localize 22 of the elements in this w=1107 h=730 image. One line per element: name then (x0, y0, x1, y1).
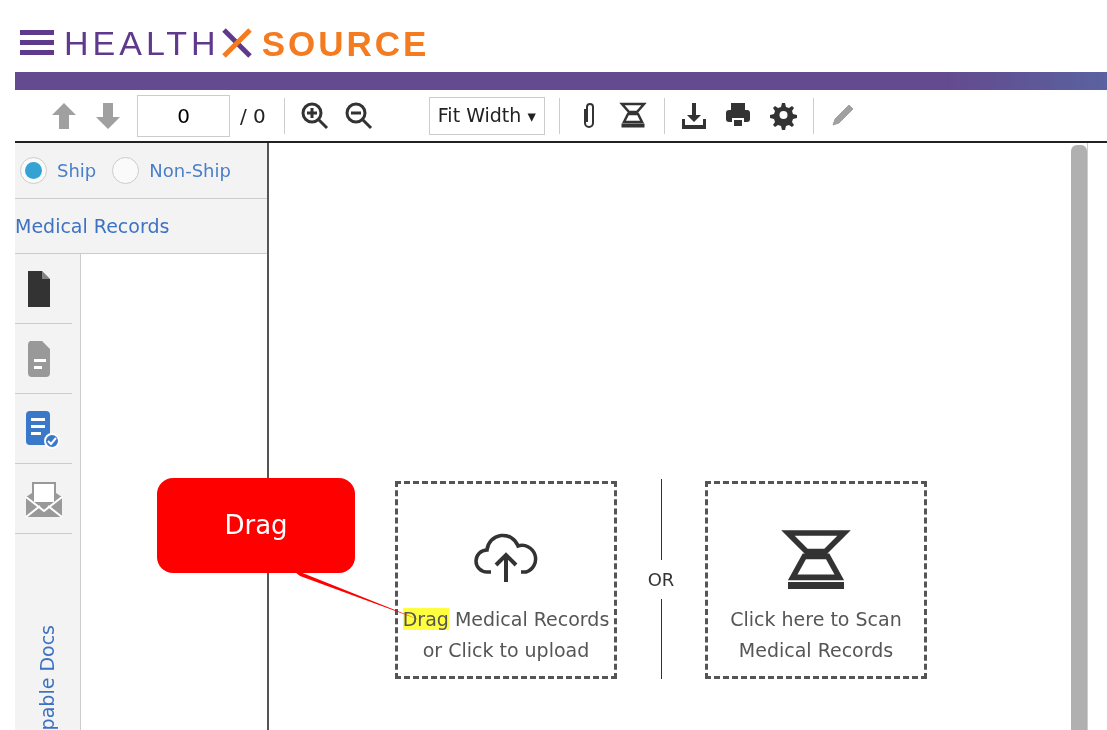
page-number-field[interactable]: 0 (137, 94, 230, 137)
section-title: Medical Records (15, 213, 170, 239)
upload-instructions: Drag Medical Records or Click to upload (402, 607, 610, 663)
zoom-in-icon[interactable] (299, 100, 330, 131)
upload-drop-zone[interactable]: Drag Medical Records or Click to upload (395, 481, 617, 679)
radio-option[interactable]: Non-Ship (112, 157, 231, 184)
scanner-icon[interactable] (618, 100, 649, 131)
logo-text: HEALTH (64, 26, 220, 60)
page-count: / 0 (240, 102, 266, 130)
callout-text: Drag (224, 509, 288, 542)
or-label: OR (647, 567, 675, 592)
menu-icon[interactable] (20, 28, 54, 58)
side-tab[interactable]: pable Docs (33, 624, 62, 730)
scan-drop-zone[interactable]: Click here to Scan Medical Records (705, 481, 927, 679)
settings-icon[interactable] (767, 100, 798, 131)
zoom-select[interactable]: Fit Width ▾ (428, 96, 545, 135)
radio-option[interactable]: Ship (20, 157, 97, 184)
logo-text: SOURCE (261, 25, 430, 61)
scrollbar[interactable] (1071, 145, 1087, 730)
logo-x-icon (219, 26, 254, 60)
scan-instructions: Click here to Scan Medical Records (730, 607, 902, 663)
zoom-out-icon[interactable] (343, 100, 374, 131)
